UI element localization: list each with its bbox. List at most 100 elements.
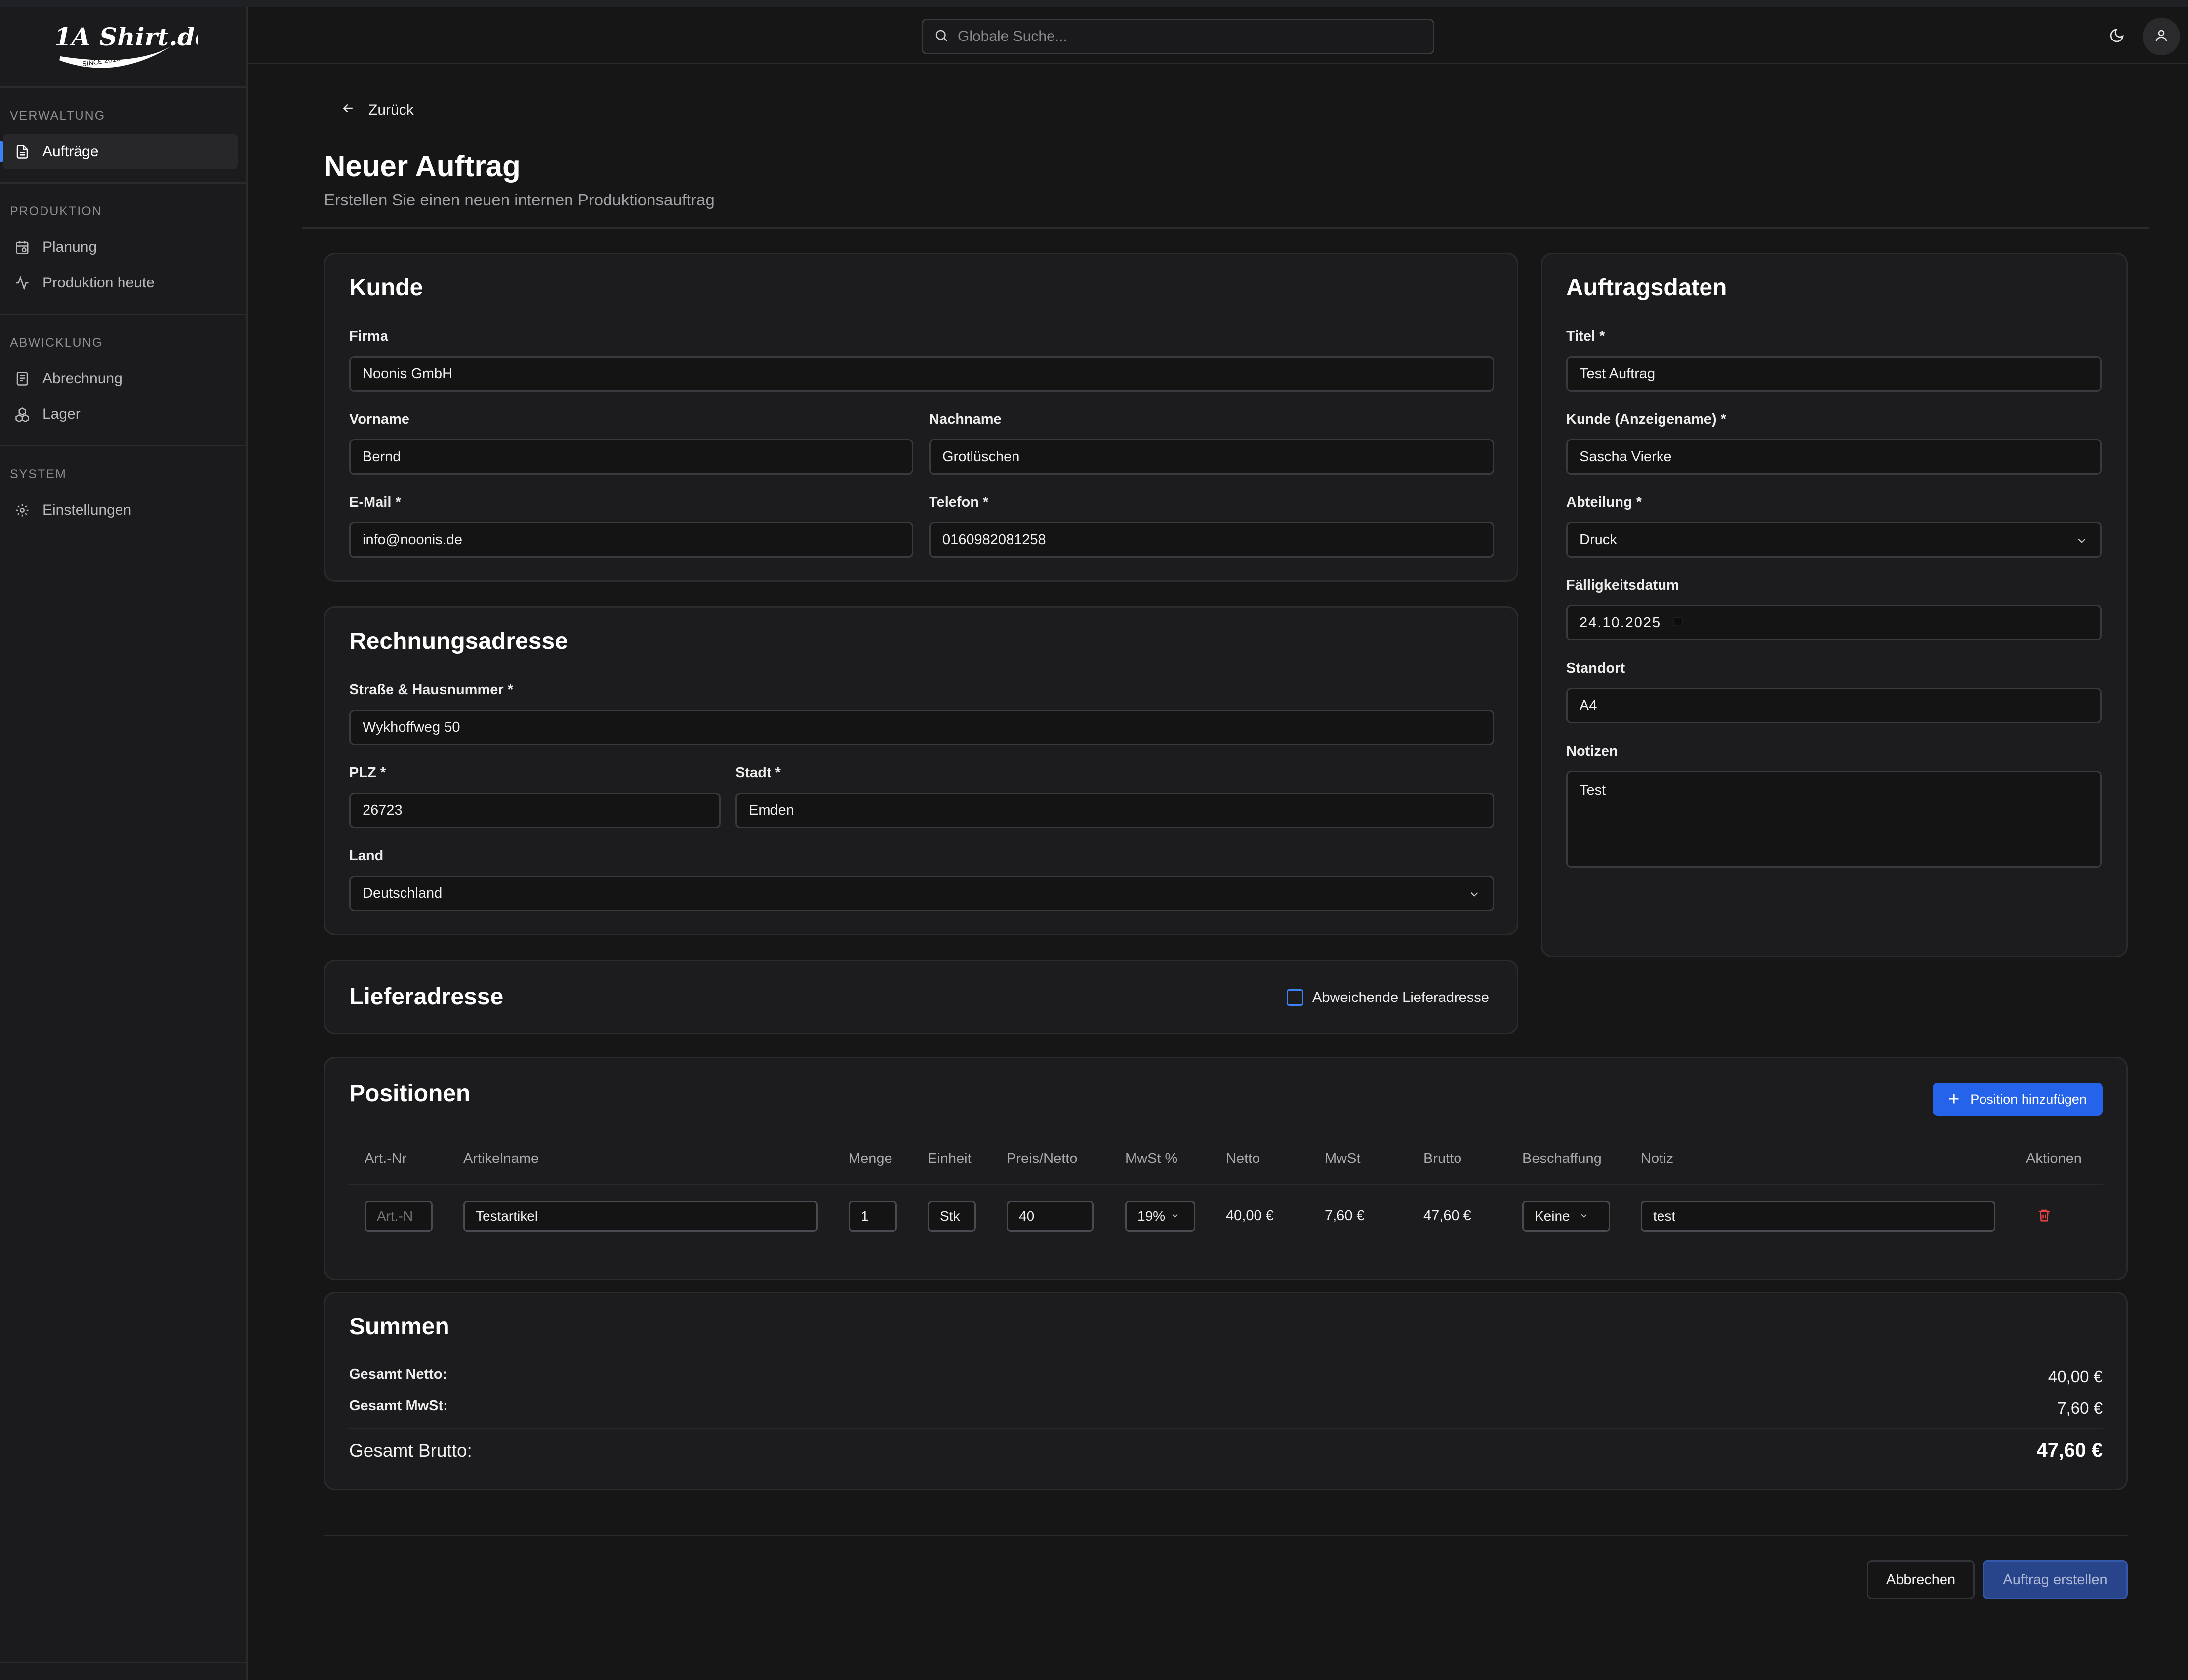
arrow-left-icon	[341, 101, 368, 120]
sidebar: 1A Shirt.de SINCE 2010 VERWALTUNG Aufträ…	[0, 7, 248, 1680]
window-top-strip	[0, 0, 2188, 7]
gesamt-mwst-label: Gesamt MwSt:	[349, 1398, 448, 1414]
gesamt-netto-value: 40,00 €	[2048, 1367, 2103, 1386]
user-icon	[2154, 28, 2169, 45]
logo-text: 1A Shirt.de	[54, 22, 198, 51]
menge-input[interactable]	[849, 1201, 897, 1232]
chevron-down-icon	[1579, 1208, 1589, 1224]
sidebar-item-auftraege[interactable]: Aufträge	[0, 134, 238, 169]
col-menge: Menge	[849, 1151, 892, 1166]
sidebar-footer-divider	[0, 1662, 246, 1663]
col-notiz: Notiz	[1641, 1151, 1674, 1166]
notiz-input[interactable]	[1641, 1201, 1995, 1232]
mwst-pct-select[interactable]: 19%	[1125, 1201, 1195, 1232]
nav-group-verwaltung: VERWALTUNG Aufträge	[0, 88, 246, 184]
sidebar-item-label: Produktion heute	[42, 275, 155, 291]
strasse-input[interactable]	[349, 710, 1494, 745]
col-preis-netto: Preis/Netto	[1007, 1151, 1078, 1166]
rechnungsadresse-title: Rechnungsadresse	[349, 628, 568, 654]
cancel-button[interactable]: Abbrechen	[1867, 1560, 1975, 1599]
back-label: Zurück	[368, 102, 414, 118]
gesamt-netto-label: Gesamt Netto:	[349, 1366, 447, 1382]
activity-icon	[15, 276, 30, 290]
gesamt-brutto-value: 47,60 €	[2036, 1440, 2103, 1461]
titel-input[interactable]	[1566, 356, 2102, 392]
nav-group-title: PRODUKTION	[10, 204, 102, 218]
sidebar-item-einstellungen[interactable]: Einstellungen	[3, 492, 238, 528]
faelligkeitsdatum-input[interactable]: 24.10.2025	[1566, 605, 2102, 640]
submit-order-button[interactable]: Auftrag erstellen	[1983, 1560, 2128, 1599]
nav-group-abwicklung: ABWICKLUNG Abrechnung Lager	[0, 315, 246, 446]
datum-value: 24.10.2025	[1580, 614, 1661, 631]
row-brutto: 47,60 €	[1423, 1208, 1471, 1224]
summen-title: Summen	[349, 1314, 449, 1340]
sidebar-item-abrechnung[interactable]: Abrechnung	[3, 361, 238, 397]
stadt-input[interactable]	[735, 793, 1494, 828]
checkbox[interactable]	[1287, 989, 1303, 1006]
faelligkeitsdatum-label: Fälligkeitsdatum	[1566, 577, 1679, 593]
kunde-anzeigename-input[interactable]	[1566, 439, 2102, 475]
sidebar-item-planung[interactable]: Planung	[3, 230, 238, 265]
delete-row-button[interactable]	[2037, 1208, 2052, 1225]
land-select[interactable]: Deutschland	[349, 876, 1494, 911]
telefon-input[interactable]	[929, 522, 1494, 558]
summen-divider	[349, 1428, 2103, 1429]
boxes-icon	[15, 407, 30, 422]
chevron-down-icon	[1468, 888, 1481, 905]
nachname-input[interactable]	[929, 439, 1494, 475]
top-header	[248, 7, 2188, 64]
artikelname-input[interactable]	[463, 1201, 818, 1232]
mwst-pct-value: 19%	[1137, 1208, 1166, 1224]
beschaffung-select[interactable]: Keine	[1522, 1201, 1610, 1232]
logo[interactable]: 1A Shirt.de SINCE 2010	[0, 7, 246, 88]
add-position-button[interactable]: + Position hinzufügen	[1933, 1083, 2103, 1116]
positionen-card: Positionen + Position hinzufügen	[324, 1057, 2128, 1280]
back-button[interactable]: Zurück	[341, 101, 414, 120]
chevron-down-icon	[2075, 534, 2088, 551]
col-aktionen: Aktionen	[2026, 1151, 2082, 1166]
abweichende-lieferadresse-toggle[interactable]: Abweichende Lieferadresse	[1287, 989, 1489, 1006]
calendar-icon[interactable]	[1672, 615, 1684, 631]
moon-icon	[2109, 28, 2125, 46]
abteilung-select[interactable]: Druck	[1566, 522, 2102, 558]
nav-group-system: SYSTEM Einstellungen	[0, 446, 246, 541]
search-icon	[934, 28, 949, 45]
kunde-card: Kunde Firma Vorname Nachname E-Mail * Te…	[324, 253, 1518, 582]
vorname-input[interactable]	[349, 439, 913, 475]
row-netto: 40,00 €	[1226, 1208, 1274, 1224]
checkbox-label: Abweichende Lieferadresse	[1312, 989, 1489, 1005]
standort-label: Standort	[1566, 660, 1625, 676]
email-input[interactable]	[349, 522, 913, 558]
gear-icon	[15, 503, 30, 518]
table-header-divider	[349, 1184, 2103, 1185]
auftragsdaten-card: Auftragsdaten Titel * Kunde (Anzeigename…	[1541, 253, 2128, 957]
titel-label: Titel *	[1566, 328, 1605, 344]
theme-toggle-button[interactable]	[2098, 18, 2136, 55]
notizen-textarea[interactable]: Test	[1566, 771, 2102, 868]
standort-input[interactable]	[1566, 688, 2102, 723]
nav-group-title: SYSTEM	[10, 467, 67, 481]
global-search[interactable]	[922, 19, 1434, 54]
kunde-anzeigename-label: Kunde (Anzeigename) *	[1566, 411, 1726, 427]
sidebar-item-produktion-heute[interactable]: Produktion heute	[3, 265, 238, 301]
rechnungsadresse-card: Rechnungsadresse Straße & Hausnummer * P…	[324, 606, 1518, 935]
footer-divider	[324, 1535, 2128, 1536]
firma-input[interactable]	[349, 356, 1494, 392]
plz-input[interactable]	[349, 793, 721, 828]
sidebar-item-label: Einstellungen	[42, 502, 132, 518]
vorname-label: Vorname	[349, 411, 409, 427]
artnr-input[interactable]	[365, 1201, 433, 1232]
logo-mark: 1A Shirt.de SINCE 2010	[54, 22, 198, 68]
nav-group-produktion: PRODUKTION Planung Produktion heute	[0, 184, 246, 315]
search-input[interactable]	[958, 28, 1402, 45]
beschaffung-value: Keine	[1535, 1208, 1570, 1224]
preis-netto-input[interactable]	[1007, 1201, 1094, 1232]
row-mwst: 7,60 €	[1325, 1208, 1365, 1224]
user-menu-button[interactable]	[2143, 18, 2180, 55]
einheit-input[interactable]	[928, 1201, 976, 1232]
lieferadresse-card: Lieferadresse Abweichende Lieferadresse	[324, 960, 1518, 1034]
col-mwst: MwSt	[1325, 1151, 1361, 1166]
sidebar-item-lager[interactable]: Lager	[3, 397, 238, 432]
header-divider	[302, 227, 2149, 229]
auftragsdaten-title: Auftragsdaten	[1566, 275, 1727, 301]
